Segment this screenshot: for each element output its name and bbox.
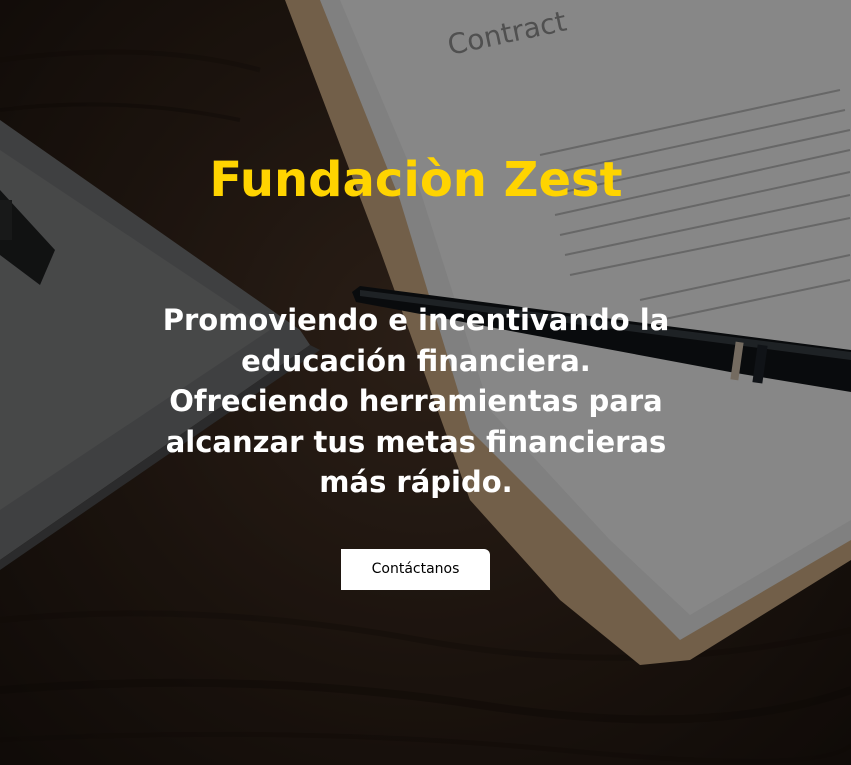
contact-button[interactable]: Contáctanos [341, 549, 490, 590]
hero-subtitle: Promoviendo e incentivando la educación … [162, 303, 670, 499]
hero-content: Fundaciòn Zest Promoviendo e incentivand… [0, 0, 851, 765]
page-title: Fundaciòn Zest [209, 152, 623, 208]
hero-section: Contract Fundaciòn Zest Promoviendo e in… [0, 0, 851, 765]
